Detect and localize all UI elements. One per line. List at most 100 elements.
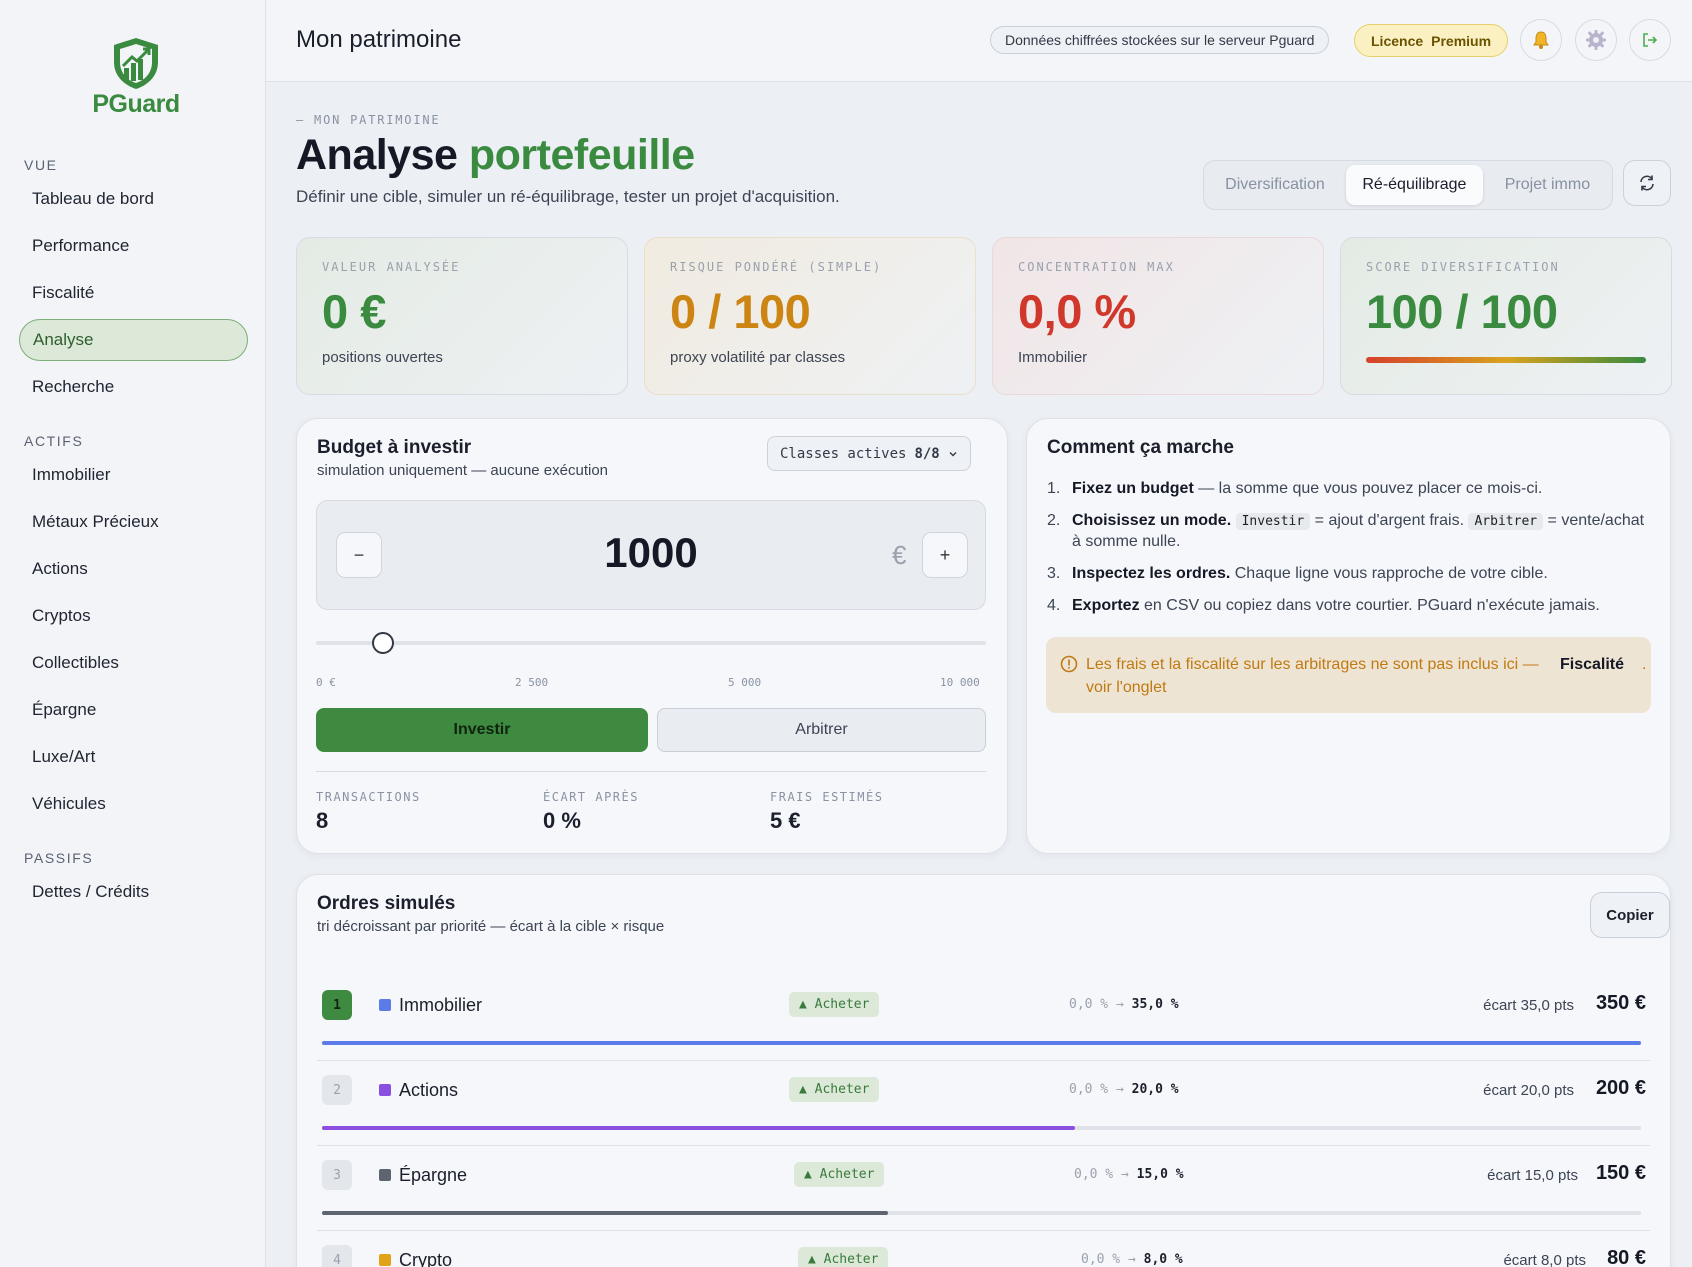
slider-tick: 5 000 bbox=[728, 676, 762, 689]
fiscalite-link[interactable]: Fiscalité bbox=[1560, 653, 1624, 676]
step-number: 3. bbox=[1047, 565, 1061, 582]
classes-dropdown[interactable]: Classes actives 8/8 bbox=[767, 436, 971, 471]
order-progress-fill bbox=[322, 1041, 1641, 1045]
step-bold: Fixez un budget bbox=[1072, 480, 1194, 497]
sidebar-item-metaux-precieux[interactable]: Métaux Précieux bbox=[19, 501, 248, 543]
allocation-change: 0,0 % → 35,0 % bbox=[1069, 997, 1179, 1012]
settings-button[interactable] bbox=[1575, 19, 1617, 61]
nav-section-actifs: ACTIFS bbox=[24, 433, 84, 449]
sidebar-item-vehicules[interactable]: Véhicules bbox=[19, 783, 248, 825]
logout-icon bbox=[1643, 33, 1658, 47]
step-bold: Choisissez un mode. bbox=[1072, 512, 1232, 529]
stat-label: FRAIS ESTIMÉS bbox=[770, 790, 884, 804]
increment-button[interactable]: + bbox=[922, 532, 968, 578]
orders-title: Ordres simulés bbox=[317, 893, 456, 914]
step-text: en CSV ou copiez dans votre courtier. PG… bbox=[1139, 597, 1600, 614]
sidebar-item-tableau-de-bord[interactable]: Tableau de bord bbox=[19, 178, 248, 220]
orders-panel: Ordres simulés tri décroissant par prior… bbox=[296, 874, 1671, 1267]
order-class-name: Actions bbox=[399, 1080, 459, 1100]
license-badge[interactable]: Licence Premium bbox=[1354, 24, 1509, 57]
tab-reequilibrage[interactable]: Ré-équilibrage bbox=[1345, 165, 1483, 205]
order-gap: écart 20,0 pts bbox=[1483, 1082, 1574, 1099]
logout-button[interactable] bbox=[1629, 19, 1671, 61]
breadcrumb: — MON PATRIMOINE bbox=[296, 113, 441, 127]
license-label: Licence bbox=[1371, 32, 1424, 49]
sidebar-item-immobilier[interactable]: Immobilier bbox=[19, 454, 248, 496]
sidebar-item-fiscalite[interactable]: Fiscalité bbox=[19, 272, 248, 314]
page-title: Analyse portefeuille bbox=[296, 131, 695, 180]
sidebar-item-epargne[interactable]: Épargne bbox=[19, 689, 248, 731]
stat-value: 5 € bbox=[770, 808, 801, 833]
howto-panel: Comment ça marche 1. Fixez un budget — l… bbox=[1026, 418, 1671, 854]
nav-section-passifs: PASSIFS bbox=[24, 850, 94, 866]
allocation-to: 8,0 % bbox=[1143, 1252, 1183, 1267]
order-amount: 350 € bbox=[1595, 992, 1646, 1014]
order-row[interactable]: 2 Actions ▲ Acheter 0,0 % → 20,0 % écart… bbox=[317, 1061, 1650, 1146]
buy-badge[interactable]: ▲ Acheter bbox=[794, 1162, 885, 1187]
buy-badge[interactable]: ▲ Acheter bbox=[789, 992, 880, 1017]
stat-label: ÉCART APRÈS bbox=[543, 790, 639, 804]
sidebar-item-recherche[interactable]: Recherche bbox=[19, 366, 248, 408]
budget-slider[interactable] bbox=[316, 632, 986, 654]
allocation-to: 15,0 % bbox=[1136, 1167, 1184, 1182]
step-number: 1. bbox=[1047, 480, 1061, 497]
budget-subtitle: simulation uniquement — aucune exécution bbox=[317, 462, 609, 479]
buy-badge[interactable]: ▲ Acheter bbox=[798, 1247, 889, 1267]
topbar: Mon patrimoine Données chiffrées stockée… bbox=[266, 0, 1692, 82]
classes-value: 8/8 bbox=[914, 445, 940, 462]
sidebar-item-collectibles[interactable]: Collectibles bbox=[19, 642, 248, 684]
howto-step: 2. Choisissez un mode. Investir = ajout … bbox=[1047, 511, 1647, 552]
stat-transactions: TRANSACTIONS 8 bbox=[316, 790, 421, 834]
howto-steps: 1. Fixez un budget — la somme que vous p… bbox=[1047, 479, 1647, 628]
order-progress-fill bbox=[322, 1211, 888, 1215]
order-row[interactable]: 4 Crypto ▲ Acheter 0,0 % → 8,0 % écart 8… bbox=[317, 1231, 1650, 1267]
sidebar-item-luxe-art[interactable]: Luxe/Art bbox=[19, 736, 248, 778]
app-logo[interactable]: PGuard bbox=[84, 36, 188, 119]
step-bold: Inspectez les ordres. bbox=[1072, 565, 1231, 582]
kpi-label: SCORE DIVERSIFICATION bbox=[1366, 260, 1560, 274]
arbitrate-mode-button[interactable]: Arbitrer bbox=[657, 708, 986, 752]
tab-diversification[interactable]: Diversification bbox=[1208, 165, 1342, 205]
slider-tick: 2 500 bbox=[515, 676, 549, 689]
order-progress bbox=[322, 1126, 1641, 1130]
tab-projet-immo[interactable]: Projet immo bbox=[1487, 165, 1608, 205]
budget-panel: Budget à investir simulation uniquement … bbox=[296, 418, 1008, 854]
allocation-change: 0,0 % → 20,0 % bbox=[1069, 1082, 1179, 1097]
nav-section-vue: VUE bbox=[24, 157, 58, 173]
howto-step: 3. Inspectez les ordres. Chaque ligne vo… bbox=[1047, 564, 1647, 584]
kpi-sub: positions ouvertes bbox=[322, 349, 443, 366]
order-amount: 150 € bbox=[1595, 1162, 1646, 1184]
buy-badge[interactable]: ▲ Acheter bbox=[789, 1077, 880, 1102]
code-invest: Investir bbox=[1235, 513, 1311, 530]
order-row[interactable]: 1 Immobilier ▲ Acheter 0,0 % → 35,0 % éc… bbox=[317, 976, 1650, 1061]
budget-amount[interactable]: 1000 bbox=[317, 529, 985, 577]
invest-mode-button[interactable]: Investir bbox=[316, 708, 648, 752]
orders-subtitle: tri décroissant par priorité — écart à l… bbox=[317, 918, 665, 935]
class-color-swatch bbox=[379, 1254, 391, 1266]
sidebar-item-cryptos[interactable]: Cryptos bbox=[19, 595, 248, 637]
order-row[interactable]: 3 Épargne ▲ Acheter 0,0 % → 15,0 % écart… bbox=[317, 1146, 1650, 1231]
copy-button[interactable]: Copier bbox=[1590, 892, 1670, 938]
sidebar-item-actions[interactable]: Actions bbox=[19, 548, 248, 590]
sidebar-item-dettes-credits[interactable]: Dettes / Crédits bbox=[19, 871, 248, 913]
kpi-label: VALEUR ANALYSÉE bbox=[322, 260, 461, 274]
sidebar-item-performance[interactable]: Performance bbox=[19, 225, 248, 267]
order-rank: 2 bbox=[322, 1075, 352, 1105]
kpi-sub: proxy volatilité par classes bbox=[670, 349, 846, 366]
warning-end: . bbox=[1642, 656, 1647, 673]
notifications-button[interactable] bbox=[1520, 19, 1562, 61]
class-color-swatch bbox=[379, 1084, 391, 1096]
step-number: 2. bbox=[1047, 512, 1061, 529]
refresh-icon bbox=[1640, 175, 1654, 191]
sidebar-item-analyse[interactable]: Analyse bbox=[19, 319, 248, 361]
kpi-label: CONCENTRATION MAX bbox=[1018, 260, 1175, 274]
order-progress-fill bbox=[322, 1126, 1076, 1130]
warning-text: Les frais et la fiscalité sur les arbitr… bbox=[1086, 656, 1539, 696]
sidebar: PGuard VUE Tableau de bord Performance F… bbox=[0, 0, 266, 1267]
slider-handle[interactable] bbox=[372, 632, 394, 654]
order-gap: écart 35,0 pts bbox=[1483, 997, 1574, 1014]
refresh-button[interactable] bbox=[1623, 160, 1671, 206]
howto-step: 1. Fixez un budget — la somme que vous p… bbox=[1047, 479, 1647, 499]
order-class-name: Crypto bbox=[399, 1250, 453, 1267]
analysis-tabs: Diversification Ré-équilibrage Projet im… bbox=[1203, 160, 1613, 210]
